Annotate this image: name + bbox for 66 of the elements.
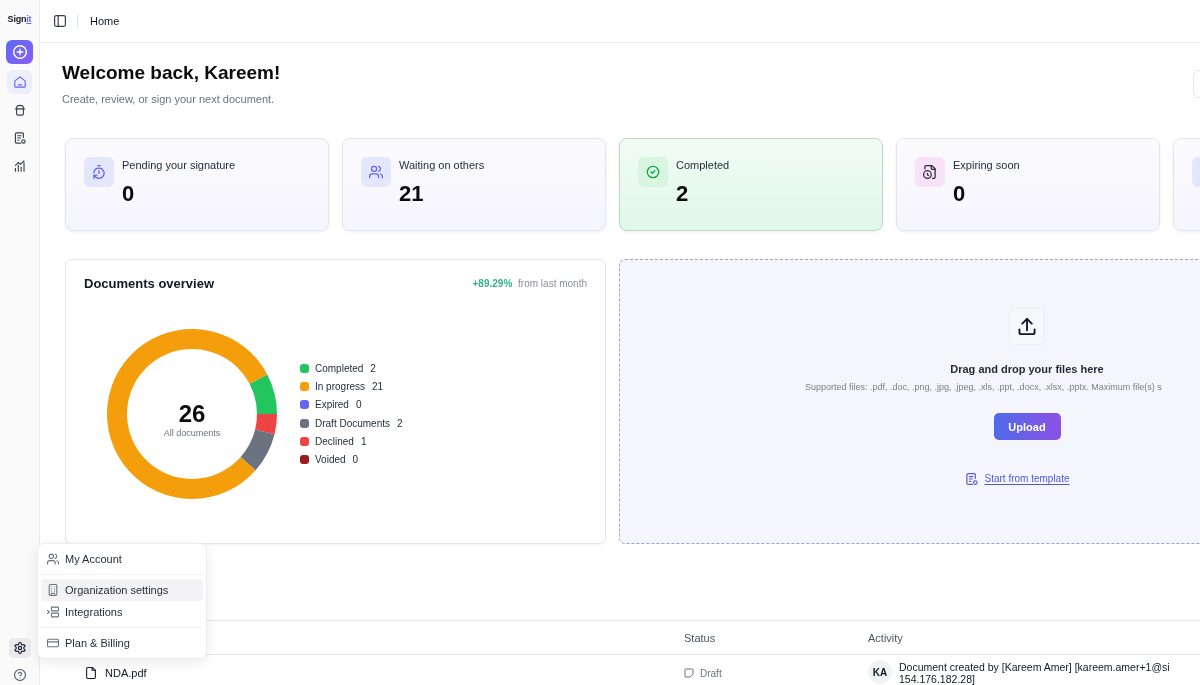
logo: Signit — [7, 13, 32, 25]
settings-icon — [13, 642, 26, 654]
legend-label: Voided — [315, 454, 346, 466]
jar-icon — [13, 104, 26, 116]
nav-button[interactable] — [8, 638, 31, 658]
legend-label: Draft Documents — [315, 417, 391, 429]
stat-value: 0 — [953, 181, 967, 207]
menu-item[interactable]: Plan & Billing — [41, 632, 203, 654]
credit-card-icon — [47, 637, 59, 649]
stat-card[interactable]: Pending your signature 0 — [65, 138, 329, 231]
users-icon — [47, 553, 59, 565]
legend-label: Declined — [315, 436, 354, 448]
template-link[interactable]: Start from template — [984, 472, 1070, 486]
total-count: 26 — [178, 401, 206, 427]
document-gear-icon — [966, 473, 979, 485]
legend-label: In progress — [315, 380, 366, 392]
stat-label: Pending your signature — [122, 158, 236, 172]
stat-value: 21 — [399, 181, 425, 207]
stat-label: Completed — [676, 158, 730, 172]
stat-card[interactable]: Completed 2 — [619, 138, 883, 231]
supported-files-text: Supported files: .pdf, .doc, .png, .jpg, .jpeg, .xls, .ppt, .docx, .xlsx, .pptx. Maximum file(s) s — [805, 381, 1162, 393]
file-icon — [85, 667, 97, 679]
panel-icon — [54, 15, 66, 27]
upload-icon — [1009, 308, 1045, 345]
legend-value: 0 — [352, 454, 359, 466]
page-title: Welcome back, Kareem! — [62, 61, 281, 85]
upload-button[interactable]: Upload — [993, 413, 1061, 440]
stat-label: Waiting on others — [399, 158, 485, 172]
upload-dropzone[interactable]: Drag and drop your files here Supported files: .pdf, .doc, .png, .jpg, .jpeg, .xls, .ppt, .docx, .xlsx, .pptx. Maximum file(s) s Upload Start from template — [619, 259, 1200, 544]
change-summary: +89.29% from last month — [472, 277, 587, 291]
avatar: KA — [868, 660, 892, 684]
note-icon — [684, 668, 694, 678]
column-header: Activity — [867, 631, 904, 644]
stat-value: 0 — [122, 181, 136, 207]
legend-value: 2 — [397, 417, 403, 429]
page-subtitle: Create, review, or sign your next document. — [62, 92, 276, 106]
column-header: Status — [683, 631, 717, 644]
card-title: Documents overview — [84, 276, 215, 292]
stat-label: Expiring soon — [953, 158, 1020, 172]
legend-value: 0 — [355, 399, 362, 411]
status-label: Draft — [700, 667, 722, 679]
legend-label: Completed — [315, 362, 364, 374]
total-label: All documents — [163, 427, 221, 439]
stat-value: 2 — [676, 181, 690, 207]
stat-card[interactable]: Waiting on others 21 — [342, 138, 606, 231]
building-icon — [47, 584, 59, 596]
breadcrumb: Home — [90, 15, 120, 27]
menu-item[interactable]: My Account — [41, 548, 203, 570]
activity-text: Document created by [Kareem Amer] [kareem.amer+1@si 154.176.182.28] — [899, 660, 1170, 685]
stat-card[interactable]: Expiring soon 0 — [896, 138, 1160, 231]
document-name[interactable]: NDA.pdf — [105, 667, 147, 679]
legend-label: Expired — [315, 399, 349, 411]
document-gear-icon — [13, 132, 26, 144]
stacked-blocks-icon — [47, 606, 59, 618]
bar-chart-icon — [13, 160, 26, 172]
legend-value: 21 — [372, 380, 384, 392]
menu-item[interactable]: Organization settings — [41, 579, 203, 601]
create-button[interactable] — [6, 40, 33, 64]
menu-item[interactable]: Integrations — [41, 601, 203, 623]
dropzone-title: Drag and drop your files here — [950, 362, 1104, 376]
plus-circle-icon — [12, 45, 27, 59]
home-icon — [13, 76, 26, 88]
sidebar-toggle-button[interactable] — [54, 15, 66, 27]
legend-value: 2 — [370, 362, 376, 374]
legend-value: 1 — [360, 436, 367, 448]
help-icon — [13, 669, 26, 681]
